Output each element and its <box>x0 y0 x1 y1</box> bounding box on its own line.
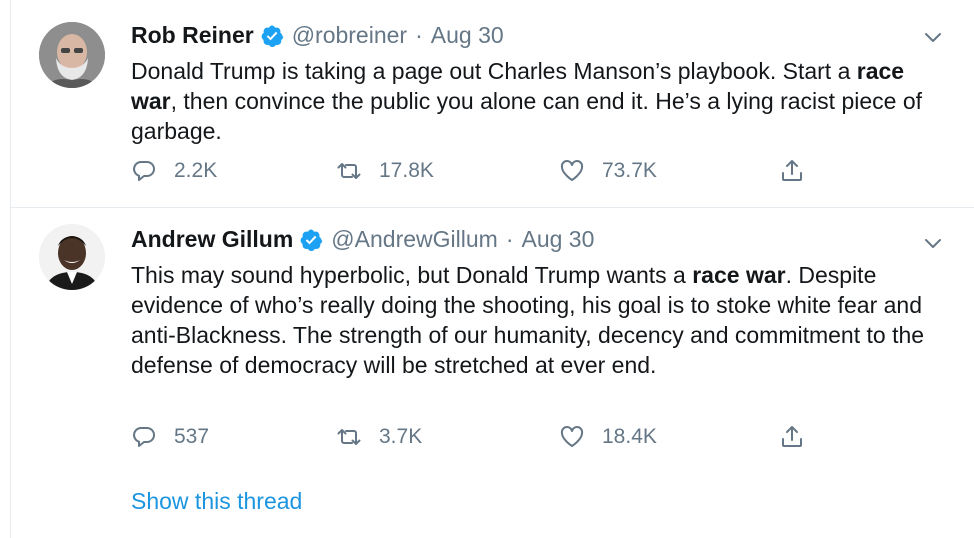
reply-icon <box>133 161 155 181</box>
reply-count: 2.2K <box>174 159 218 182</box>
heart-icon <box>560 426 584 447</box>
reply-count: 537 <box>174 425 210 448</box>
tweet-feed: Rob Reiner @robreiner · Aug 30 Donald Tr… <box>0 0 974 538</box>
tweet-text-segment: , then convince the public you alone can… <box>131 88 923 144</box>
tweet-header: Andrew Gillum @AndrewGillum · Aug 30 <box>131 226 594 253</box>
like-count: 73.7K <box>602 159 657 182</box>
chevron-down-icon[interactable] <box>922 232 944 254</box>
retweet-count: 17.8K <box>379 159 434 182</box>
tweet-date[interactable]: Aug 30 <box>521 226 594 253</box>
avatar[interactable] <box>39 224 105 290</box>
separator: · <box>505 226 514 252</box>
author-name[interactable]: Rob Reiner <box>131 22 254 49</box>
tweet-actions: 537 3.7K 18.4K <box>131 424 831 454</box>
reply-icon <box>133 427 155 447</box>
verified-badge-icon <box>260 24 284 48</box>
share-icon <box>782 426 802 447</box>
author-handle[interactable]: @robreiner <box>292 22 407 49</box>
author-handle[interactable]: @AndrewGillum <box>331 226 498 253</box>
share-button[interactable] <box>779 158 805 184</box>
tweet[interactable]: Andrew Gillum @AndrewGillum · Aug 30 Thi… <box>10 208 974 538</box>
verified-badge-icon <box>299 228 323 252</box>
retweet-button[interactable]: 3.7K <box>336 424 422 450</box>
show-thread-link[interactable]: Show this thread <box>131 488 302 515</box>
retweet-button[interactable]: 17.8K <box>336 158 434 184</box>
reply-button[interactable]: 537 <box>131 424 209 450</box>
retweet-count: 3.7K <box>379 425 423 448</box>
avatar[interactable] <box>39 22 105 88</box>
tweet-text-segment: Donald Trump is taking a page out Charle… <box>131 58 857 84</box>
author-name[interactable]: Andrew Gillum <box>131 226 293 253</box>
like-button[interactable]: 73.7K <box>559 158 657 184</box>
tweet-actions: 2.2K 17.8K 73.7K <box>131 158 831 188</box>
like-count: 18.4K <box>602 425 657 448</box>
reply-button[interactable]: 2.2K <box>131 158 217 184</box>
like-button[interactable]: 18.4K <box>559 424 657 450</box>
share-icon <box>782 160 802 181</box>
tweet-text-segment: This may sound hyperbolic, but Donald Tr… <box>131 262 693 288</box>
retweet-icon <box>337 163 361 179</box>
tweet-text: Donald Trump is taking a page out Charle… <box>131 56 931 146</box>
separator: · <box>415 22 423 48</box>
tweet-text-bold: race war <box>692 262 786 288</box>
retweet-icon <box>337 429 361 445</box>
tweet[interactable]: Rob Reiner @robreiner · Aug 30 Donald Tr… <box>10 0 974 208</box>
share-button[interactable] <box>779 424 805 450</box>
heart-icon <box>560 160 584 181</box>
chevron-down-icon[interactable] <box>922 26 944 48</box>
tweet-date[interactable]: Aug 30 <box>431 22 504 49</box>
tweet-header: Rob Reiner @robreiner · Aug 30 <box>131 22 504 49</box>
tweet-text: This may sound hyperbolic, but Donald Tr… <box>131 260 931 380</box>
